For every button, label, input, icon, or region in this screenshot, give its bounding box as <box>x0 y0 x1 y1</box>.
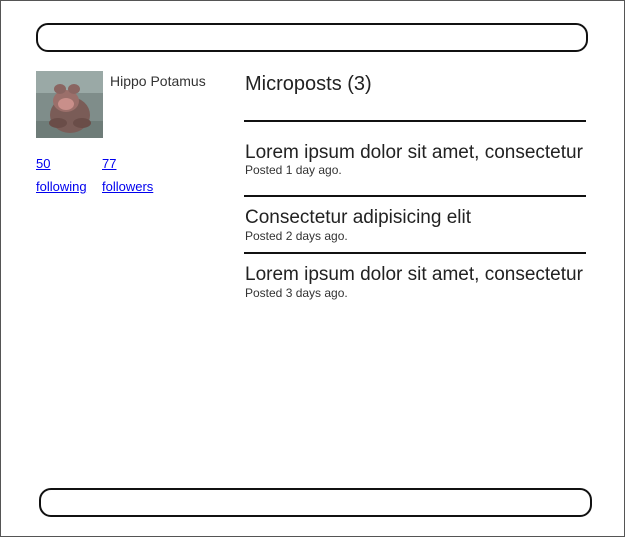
user-name: Hippo Potamus <box>110 73 206 89</box>
hippo-photo-icon <box>36 71 103 138</box>
micropost-timestamp: Posted 2 days ago. <box>245 229 348 243</box>
micropost-content: Consectetur adipisicing elit <box>245 207 472 228</box>
micropost-timestamp: Posted 3 days ago. <box>245 286 348 300</box>
microposts-heading: Microposts (3) <box>245 73 372 95</box>
micropost-content: Lorem ipsum dolor sit amet, consectetur <box>245 142 583 163</box>
followers-label-link[interactable]: followers <box>102 179 153 194</box>
micropost-timestamp: Posted 1 day ago. <box>245 163 342 177</box>
user-avatar <box>36 71 103 138</box>
divider <box>244 195 586 197</box>
following-label-link[interactable]: following <box>36 179 87 194</box>
footer-bar <box>39 488 592 517</box>
followers-count-link[interactable]: 77 <box>102 156 116 171</box>
following-count-link[interactable]: 50 <box>36 156 50 171</box>
divider <box>244 252 586 254</box>
divider <box>244 120 586 122</box>
micropost-content: Lorem ipsum dolor sit amet, consectetur <box>245 264 583 285</box>
header-bar <box>36 23 588 52</box>
